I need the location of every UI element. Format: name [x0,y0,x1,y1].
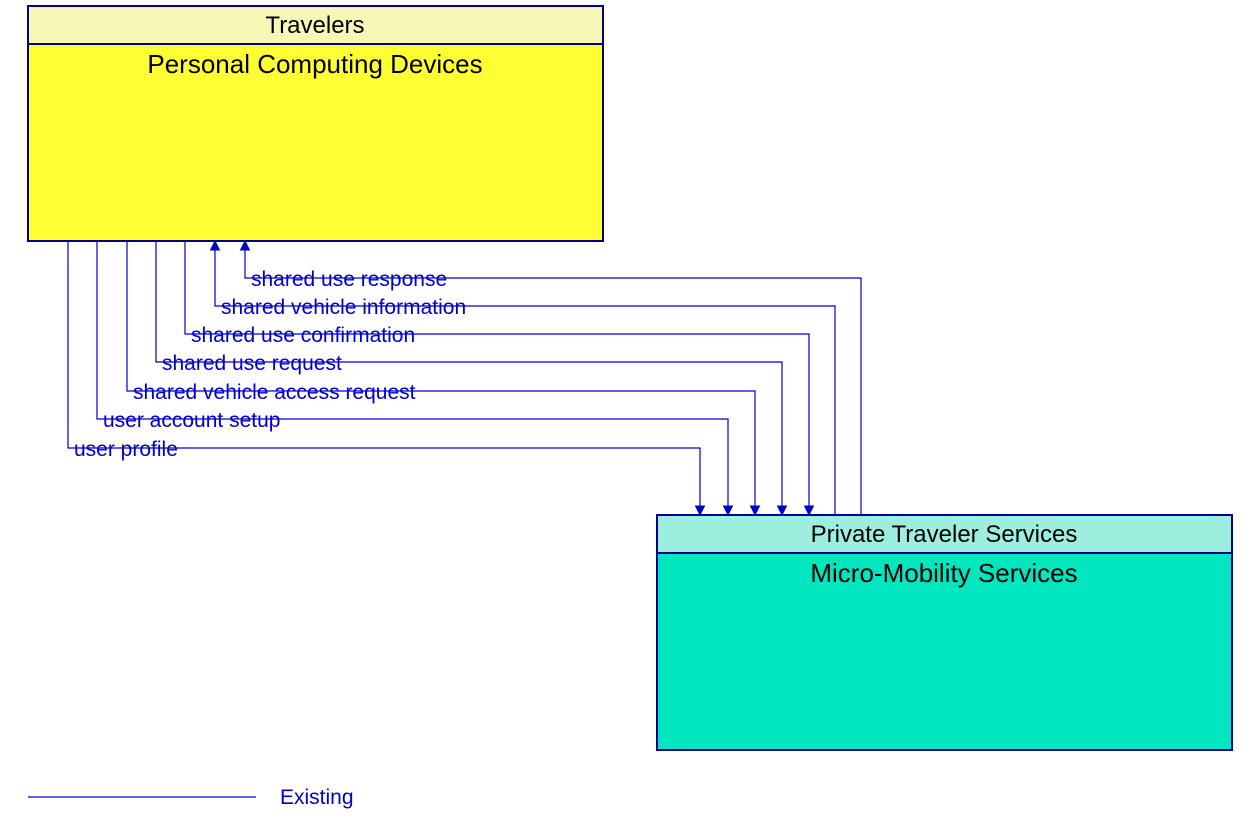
flow-label-shared-use-response: shared use response [251,268,447,291]
flow-shared-use-request [156,241,782,515]
flow-label-shared-use-request: shared use request [162,352,342,375]
box-b-header: Private Traveler Services [811,521,1078,548]
box-a-header: Travelers [265,12,364,39]
legend: Existing [28,786,354,809]
flow-label-user-profile: user profile [74,438,178,461]
flow-label-shared-vehicle-information: shared vehicle information [221,296,466,319]
flow-label-shared-use-confirmation: shared use confirmation [191,324,415,347]
flow-label-user-account-setup: user account setup [103,409,280,432]
box-a-body: Personal Computing Devices [147,49,482,79]
flow-label-shared-vehicle-access-request: shared vehicle access request [133,381,416,404]
diagram-canvas: Travelers Personal Computing Devices Pri… [0,0,1252,838]
box-b-body: Micro-Mobility Services [810,558,1077,588]
legend-existing-label: Existing [280,786,354,809]
box-travelers: Travelers Personal Computing Devices [28,6,603,241]
box-private-traveler-services: Private Traveler Services Micro-Mobility… [657,515,1232,750]
